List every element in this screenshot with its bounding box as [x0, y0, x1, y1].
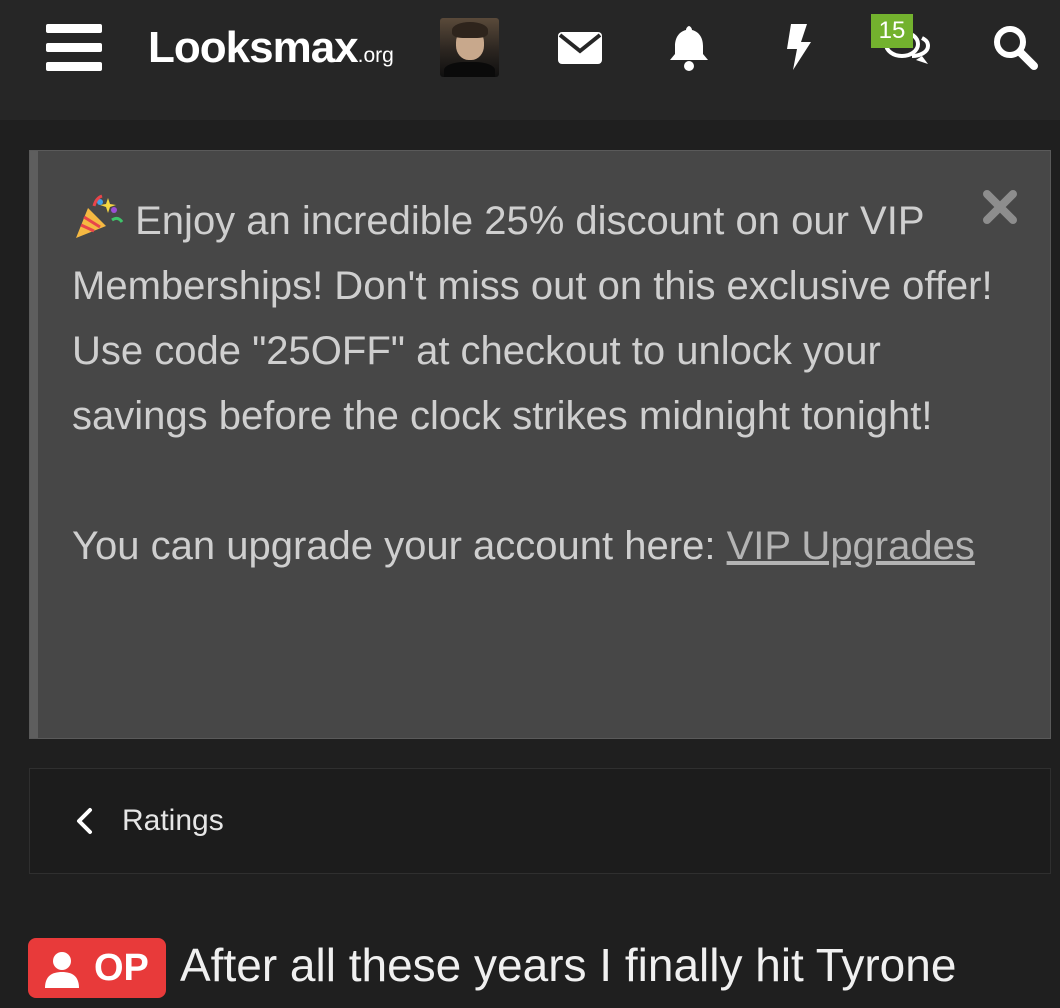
close-icon[interactable] — [982, 189, 1018, 225]
bell-icon[interactable] — [664, 22, 714, 72]
breadcrumb[interactable]: Ratings — [29, 768, 1051, 874]
envelope-icon[interactable] — [556, 22, 606, 72]
notice-accent-bar — [30, 151, 38, 738]
op-label: OP — [94, 947, 149, 989]
logo-main-text: Looksmax — [148, 23, 359, 72]
avatar[interactable] — [440, 18, 499, 77]
top-navigation-bar: Looksmax.org 15 — [0, 0, 1060, 120]
chat-notification-badge[interactable]: 15 — [871, 14, 913, 48]
logo-tld-text: .org — [357, 44, 394, 67]
vip-upgrades-link[interactable]: VIP Upgrades — [727, 524, 975, 568]
thread-title: After all these years I finally hit Tyro… — [180, 939, 957, 991]
search-icon[interactable] — [990, 22, 1040, 72]
breadcrumb-ratings-link[interactable]: Ratings — [122, 802, 224, 840]
notice-message: Enjoy an incredible 25% discount on our … — [72, 199, 993, 438]
party-popper-icon — [76, 194, 124, 238]
notice-upgrade-prefix: You can upgrade your account here: — [72, 524, 727, 568]
bolt-icon[interactable] — [774, 22, 824, 72]
chevron-left-icon[interactable] — [74, 807, 94, 835]
user-icon — [45, 952, 79, 988]
site-logo[interactable]: Looksmax.org — [148, 22, 394, 82]
promo-notice: Enjoy an incredible 25% discount on our … — [29, 150, 1051, 739]
menu-icon[interactable] — [46, 24, 102, 72]
notice-body: Enjoy an incredible 25% discount on our … — [72, 189, 1022, 579]
op-badge: OP — [28, 938, 166, 998]
